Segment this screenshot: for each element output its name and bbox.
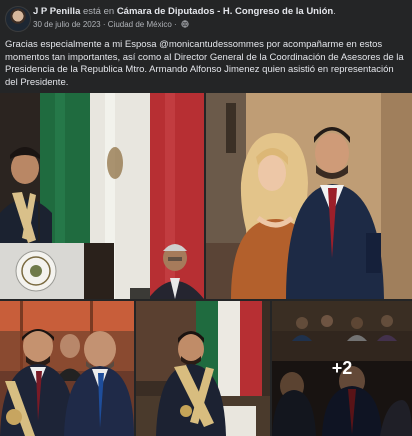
author-name[interactable]: J P Penilla [33,6,80,17]
post-meta: 30 de julio de 2023 · Ciudad de México · [33,20,189,30]
photo-seated-sash[interactable] [136,301,270,436]
photo-podium[interactable] [0,93,204,299]
photo-two-men[interactable] [0,301,134,436]
photo-couple[interactable] [206,93,412,299]
post-date[interactable]: 30 de julio de 2023 [33,20,101,29]
location-link[interactable]: Cámara de Diputados - H. Congreso de la … [117,6,333,17]
location-punctuation: . [333,6,336,17]
post-header: J P Penilla está en Cámara de Diputados … [0,0,412,36]
meta-separator: · [102,20,106,29]
more-photos-overlay[interactable]: +2 [272,301,412,436]
action-text: está en [83,6,115,17]
meta-separator-2: · [174,20,177,29]
globe-icon [181,20,189,30]
author-avatar[interactable] [5,6,31,32]
author-line: J P Penilla está en Cámara de Diputados … [33,6,336,17]
post-text: Gracias especialmente a mi Esposa @monic… [5,39,404,88]
post-city[interactable]: Ciudad de México [108,20,172,29]
photo-audience[interactable]: +2 [272,301,412,436]
photo-grid: +2 [0,93,412,436]
